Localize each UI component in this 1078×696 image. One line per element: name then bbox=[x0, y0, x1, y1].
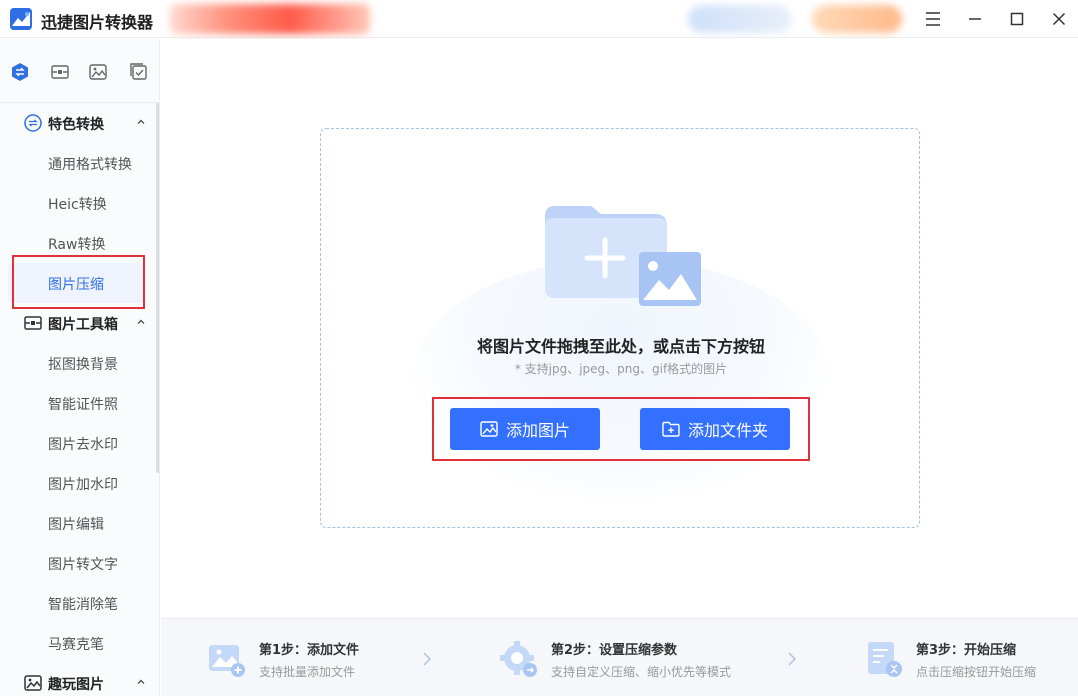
step-title: 第1步：添加文件 bbox=[259, 643, 360, 658]
sidebar-item-id-photo[interactable]: 智能证件照 bbox=[0, 383, 156, 423]
chevron-up-icon[interactable] bbox=[136, 317, 146, 327]
sidebar: 特色转换 通用格式转换 Heic转换 Raw转换 图片压缩 图片工具箱 抠图换背… bbox=[0, 39, 160, 696]
tab-checklist[interactable] bbox=[128, 61, 150, 83]
sidebar-item-remove-watermark[interactable]: 图片去水印 bbox=[0, 423, 156, 463]
tab-toolbox[interactable] bbox=[49, 61, 71, 83]
section-label: 图片工具箱 bbox=[48, 317, 118, 333]
compress-document-icon bbox=[868, 642, 902, 677]
step-title: 第3步：开始压缩 bbox=[916, 643, 1017, 658]
sidebar-item-label: Raw转换 bbox=[48, 237, 106, 253]
sidebar-item-mosaic[interactable]: 马赛克笔 bbox=[0, 623, 156, 663]
toolbox-icon bbox=[24, 316, 42, 330]
dropzone-subtitle: * 支持jpg、jpeg、png、gif格式的图片 bbox=[514, 362, 728, 376]
tab-convert[interactable] bbox=[9, 61, 31, 83]
upgrade-button[interactable] bbox=[812, 5, 902, 33]
chevron-right-icon bbox=[423, 652, 432, 666]
close-icon[interactable] bbox=[1045, 5, 1073, 33]
chevron-right-icon bbox=[788, 652, 797, 666]
title-bar: 迅捷图片转换器 bbox=[0, 0, 1078, 38]
sidebar-item-label: 马赛克笔 bbox=[48, 637, 104, 653]
section-label: 特色转换 bbox=[48, 117, 104, 133]
toolbox-icon bbox=[51, 65, 69, 79]
sidebar-tabbar bbox=[0, 39, 160, 103]
hamburger-icon[interactable] bbox=[919, 5, 947, 33]
step-title: 第2步：设置压缩参数 bbox=[551, 643, 678, 658]
sidebar-item-label: 图片编辑 bbox=[48, 517, 104, 533]
section-label: 趣玩图片 bbox=[48, 677, 104, 693]
sidebar-item-image-edit[interactable]: 图片编辑 bbox=[0, 503, 156, 543]
checklist-icon bbox=[130, 63, 147, 80]
file-dropzone[interactable]: 将图片文件拖拽至此处，或点击下方按钮 * 支持jpg、jpeg、png、gif格… bbox=[320, 128, 920, 528]
convert-icon bbox=[12, 63, 28, 81]
section-fun-image[interactable]: 趣玩图片 bbox=[0, 663, 156, 696]
sidebar-item-heic-convert[interactable]: Heic转换 bbox=[0, 183, 156, 223]
highlight-box bbox=[12, 255, 145, 309]
convert-icon bbox=[24, 114, 42, 132]
app-logo-icon bbox=[10, 8, 32, 30]
section-image-toolbox[interactable]: 图片工具箱 bbox=[0, 303, 156, 343]
sidebar-item-cutout[interactable]: 抠图换背景 bbox=[0, 343, 156, 383]
sidebar-item-label: 智能证件照 bbox=[48, 397, 118, 413]
sidebar-item-label: 图片加水印 bbox=[48, 477, 118, 493]
user-account[interactable] bbox=[688, 5, 792, 33]
sidebar-item-smart-eraser[interactable]: 智能消除笔 bbox=[0, 583, 156, 623]
steps-bar: 第1步：添加文件 支持批量添加文件 第2步：设置压缩参数 支持自定义压缩、缩小优… bbox=[161, 618, 1078, 696]
sidebar-item-generic-convert[interactable]: 通用格式转换 bbox=[0, 143, 156, 183]
settings-gear-icon bbox=[500, 641, 537, 677]
step-description: 支持批量添加文件 bbox=[259, 665, 356, 679]
sidebar-item-label: 图片转文字 bbox=[48, 557, 118, 573]
app-title: 迅捷图片转换器 bbox=[41, 13, 154, 32]
sidebar-item-label: 图片去水印 bbox=[48, 437, 118, 453]
sidebar-item-label: Heic转换 bbox=[48, 197, 107, 213]
step-description: 点击压缩按钮开始压缩 bbox=[916, 665, 1037, 679]
image-icon bbox=[89, 64, 107, 80]
step-description: 支持自定义压缩、缩小优先等模式 bbox=[551, 665, 732, 679]
highlight-box bbox=[432, 397, 810, 461]
promo-banner[interactable] bbox=[170, 4, 370, 34]
add-image-icon bbox=[209, 645, 245, 677]
sidebar-scrollbar[interactable] bbox=[156, 103, 159, 473]
maximize-icon[interactable] bbox=[1003, 5, 1031, 33]
section-feature-convert[interactable]: 特色转换 bbox=[0, 103, 156, 143]
sidebar-item-label: 智能消除笔 bbox=[48, 597, 118, 613]
sidebar-item-label: 抠图换背景 bbox=[48, 357, 118, 373]
sidebar-item-image-to-text[interactable]: 图片转文字 bbox=[0, 543, 156, 583]
chevron-up-icon[interactable] bbox=[136, 117, 146, 127]
fun-image-icon bbox=[24, 675, 42, 691]
chevron-up-icon[interactable] bbox=[136, 677, 146, 687]
dropzone-title: 将图片文件拖拽至此处，或点击下方按钮 bbox=[476, 337, 765, 356]
tab-image[interactable] bbox=[87, 61, 109, 83]
sidebar-item-label: 通用格式转换 bbox=[48, 157, 132, 173]
add-folder-illustration-icon bbox=[545, 206, 701, 306]
main-content: 将图片文件拖拽至此处，或点击下方按钮 * 支持jpg、jpeg、png、gif格… bbox=[161, 39, 1078, 696]
minimize-icon[interactable] bbox=[961, 5, 989, 33]
sidebar-item-add-watermark[interactable]: 图片加水印 bbox=[0, 463, 156, 503]
